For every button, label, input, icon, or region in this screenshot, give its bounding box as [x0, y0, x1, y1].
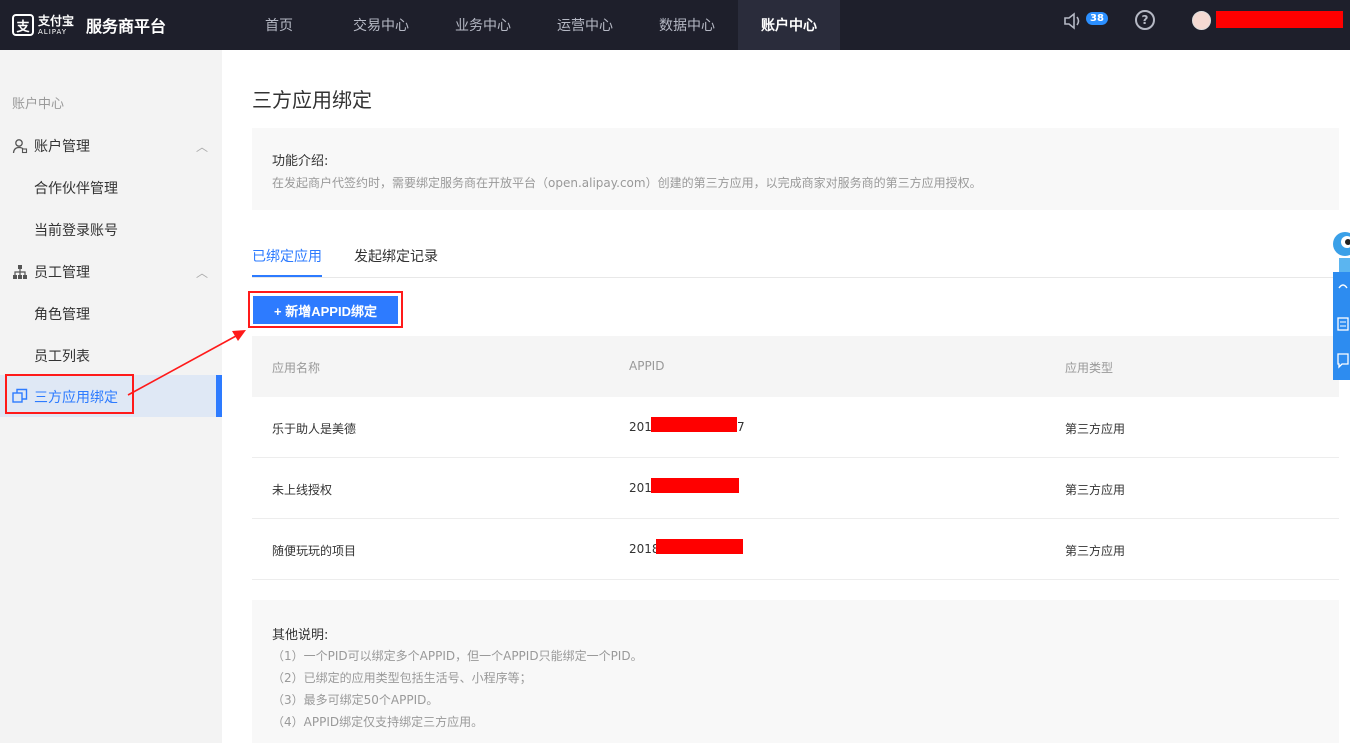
- main-nav: 首页 交易中心 业务中心 运营中心 数据中心 账户中心: [228, 0, 840, 50]
- note-line: （1）一个PID可以绑定多个APPID，但一个APPID只能绑定一个PID。: [272, 649, 643, 663]
- notes-title: 其他说明:: [272, 628, 329, 643]
- tab-binding-records[interactable]: 发起绑定记录: [354, 246, 438, 266]
- app-name-cell: 未上线授权: [272, 483, 333, 497]
- mascot-icon[interactable]: [1329, 222, 1350, 272]
- intro-title: 功能介绍:: [272, 154, 329, 169]
- sidebar-item-role-management[interactable]: 角色管理: [34, 304, 90, 324]
- sidebar-section-title: 账户中心: [12, 97, 65, 112]
- note-line: （3）最多可绑定50个APPID。: [272, 693, 439, 707]
- alipay-logo-icon: 支: [12, 14, 34, 36]
- document-icon: [1337, 317, 1349, 331]
- tab-bound-apps[interactable]: 已绑定应用: [252, 246, 322, 266]
- nav-data-center[interactable]: 数据中心: [636, 0, 738, 50]
- avatar[interactable]: [1192, 11, 1211, 30]
- logo-text: 支付宝 ALIPAY: [38, 15, 74, 36]
- username-redacted[interactable]: [1216, 11, 1343, 28]
- active-indicator: [216, 375, 222, 417]
- floating-toolbar[interactable]: [1333, 272, 1350, 380]
- org-chart-icon: [12, 264, 28, 280]
- sidebar-group-label: 员工管理: [34, 265, 90, 281]
- intro-text: 在发起商户代签约时，需要绑定服务商在开放平台（open.alipay.com）创…: [272, 176, 982, 190]
- speaker-icon[interactable]: [1063, 11, 1083, 31]
- nav-home[interactable]: 首页: [228, 0, 330, 50]
- app-name-cell: 乐于助人是美德: [272, 422, 357, 436]
- feedback-icon: [1338, 284, 1348, 289]
- appid-prefix: 201: [629, 481, 652, 495]
- table-row: 随便玩玩的项目 2018 第三方应用: [252, 519, 1339, 580]
- chevron-up-icon[interactable]: ︿: [196, 138, 208, 155]
- user-icon: [12, 138, 28, 154]
- nav-operation-center[interactable]: 运营中心: [534, 0, 636, 50]
- app-name-cell: 随便玩玩的项目: [272, 544, 357, 558]
- appid-redacted: [651, 417, 737, 432]
- sidebar-item-current-account[interactable]: 当前登录账号: [34, 220, 118, 240]
- note-line: （2）已绑定的应用类型包括生活号、小程序等；: [272, 671, 532, 685]
- appid-redacted: [656, 539, 743, 554]
- note-line: （4）APPID绑定仅支持绑定三方应用。: [272, 715, 484, 729]
- column-header-app-name: 应用名称: [272, 361, 321, 375]
- column-header-appid: APPID: [629, 359, 665, 373]
- sidebar-group-staff-management[interactable]: 员工管理 ︿: [12, 262, 208, 282]
- appid-redacted: [651, 478, 739, 493]
- notification-badge[interactable]: 38: [1086, 12, 1108, 25]
- logo-en: ALIPAY: [38, 27, 68, 36]
- column-header-app-type: 应用类型: [1065, 361, 1114, 375]
- app-type-cell: 第三方应用: [1065, 483, 1126, 497]
- sidebar-item-staff-list[interactable]: 员工列表: [34, 346, 90, 366]
- app-type-cell: 第三方应用: [1065, 544, 1126, 558]
- appid-suffix: 7: [737, 420, 745, 434]
- annotation-highlight-box: [248, 291, 403, 328]
- sidebar-group-account-management[interactable]: 账户管理 ︿: [12, 136, 208, 156]
- sidebar-group-label: 账户管理: [34, 139, 90, 155]
- notes-panel: 其他说明: （1）一个PID可以绑定多个APPID，但一个APPID只能绑定一个…: [252, 600, 1339, 743]
- tab-bar: 已绑定应用 发起绑定记录: [252, 236, 1339, 278]
- app-title: 服务商平台: [86, 17, 167, 36]
- intro-panel: 功能介绍: 在发起商户代签约时，需要绑定服务商在开放平台（open.alipay…: [252, 128, 1339, 210]
- page-title: 三方应用绑定: [252, 88, 372, 112]
- sidebar-item-partner-management[interactable]: 合作伙伴管理: [34, 178, 118, 198]
- help-icon[interactable]: ?: [1135, 10, 1155, 30]
- sidebar: 账户中心 账户管理 ︿ 合作伙伴管理 当前登录账号 员工管理 ︿ 角色管理 员工…: [0, 50, 222, 743]
- table-header: 应用名称 APPID 应用类型: [252, 336, 1339, 397]
- nav-business-center[interactable]: 业务中心: [432, 0, 534, 50]
- logo-cn: 支付宝: [38, 13, 75, 28]
- nav-trade-center[interactable]: 交易中心: [330, 0, 432, 50]
- table-row: 乐于助人是美德 201 7 第三方应用: [252, 397, 1339, 458]
- app-type-cell: 第三方应用: [1065, 422, 1126, 436]
- table-row: 未上线授权 201 第三方应用: [252, 458, 1339, 519]
- nav-account-center[interactable]: 账户中心: [738, 0, 840, 50]
- chevron-up-icon[interactable]: ︿: [196, 264, 208, 281]
- bound-apps-table: 应用名称 APPID 应用类型 乐于助人是美德 201 7 第三方应用 未上线授…: [252, 336, 1339, 580]
- annotation-highlight-box: [5, 374, 134, 414]
- chat-icon: [1337, 353, 1349, 369]
- appid-prefix: 2018: [629, 542, 660, 556]
- brand[interactable]: 支 支付宝 ALIPAY 服务商平台: [0, 0, 228, 50]
- active-tab-underline: [252, 275, 322, 277]
- appid-prefix: 201: [629, 420, 652, 434]
